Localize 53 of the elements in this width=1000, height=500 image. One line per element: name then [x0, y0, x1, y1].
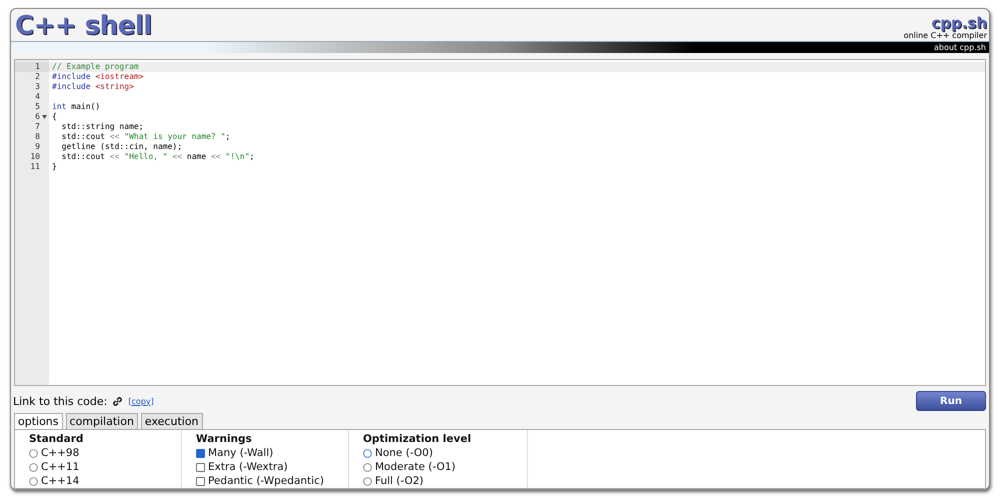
line-number: 4: [34, 92, 41, 102]
radio-button[interactable]: [29, 462, 38, 472]
site-logo: C++ shell: [15, 11, 152, 41]
line-number: 10: [29, 152, 41, 162]
code-line: std::string name;: [60, 122, 145, 132]
group-title: Standard: [29, 433, 84, 446]
line-number: 5: [34, 102, 41, 112]
tab[interactable]: options: [14, 413, 63, 429]
tab[interactable]: execution: [140, 413, 203, 429]
code-line: #include <string>: [51, 82, 135, 92]
code-line: }: [51, 162, 58, 172]
checkbox[interactable]: [196, 462, 205, 472]
tab[interactable]: compilation: [66, 413, 138, 429]
line-number: 3: [34, 82, 41, 92]
line-number: 2: [34, 72, 41, 82]
site-name: cpp.sh: [931, 16, 987, 31]
fold-arrow-icon[interactable]: [42, 115, 47, 119]
tagline: online C++ compiler: [904, 31, 987, 41]
option-label: Full (-O2): [375, 474, 424, 488]
group-title: Warnings: [196, 433, 253, 446]
code-line: {: [51, 112, 58, 122]
option-label: C++14: [41, 474, 80, 488]
about-link[interactable]: about cpp.sh: [934, 42, 989, 53]
link-icon: [111, 394, 124, 408]
line-number: 6: [15, 112, 49, 122]
run-button[interactable]: Run: [916, 391, 986, 411]
option-label: C++11: [41, 460, 80, 474]
group-title: Optimization level: [363, 433, 472, 446]
code-line: int main(): [51, 102, 102, 112]
line-number: 7: [34, 122, 41, 132]
code-line: std::cout << "What is your name? ";: [60, 132, 232, 142]
code-line: getline (std::cin, name);: [60, 142, 184, 152]
checkbox[interactable]: [196, 448, 205, 458]
option-label: Pedantic (-Wpedantic): [208, 474, 324, 488]
option-label: None (-O0): [375, 446, 433, 460]
radio-button[interactable]: [363, 448, 372, 458]
line-number: 9: [34, 142, 41, 152]
copy-link[interactable]: [copy]: [128, 396, 154, 406]
line-number: 1: [15, 62, 49, 72]
option-label: C++98: [41, 446, 80, 460]
link-label: Link to this code:: [13, 394, 108, 408]
code-line: std::cout << "Hello, " << name << "!\n";: [60, 152, 256, 162]
radio-button[interactable]: [363, 462, 372, 472]
checkbox[interactable]: [196, 476, 205, 486]
line-number: 8: [34, 132, 41, 142]
line-number: 11: [29, 162, 41, 172]
radio-button[interactable]: [29, 448, 38, 458]
radio-button[interactable]: [363, 476, 372, 486]
option-label: Moderate (-O1): [375, 460, 456, 474]
option-label: Extra (-Wextra): [208, 460, 288, 474]
code-line: #include <iostream>: [51, 72, 145, 82]
option-label: Many (-Wall): [208, 446, 274, 460]
radio-button[interactable]: [29, 476, 38, 486]
